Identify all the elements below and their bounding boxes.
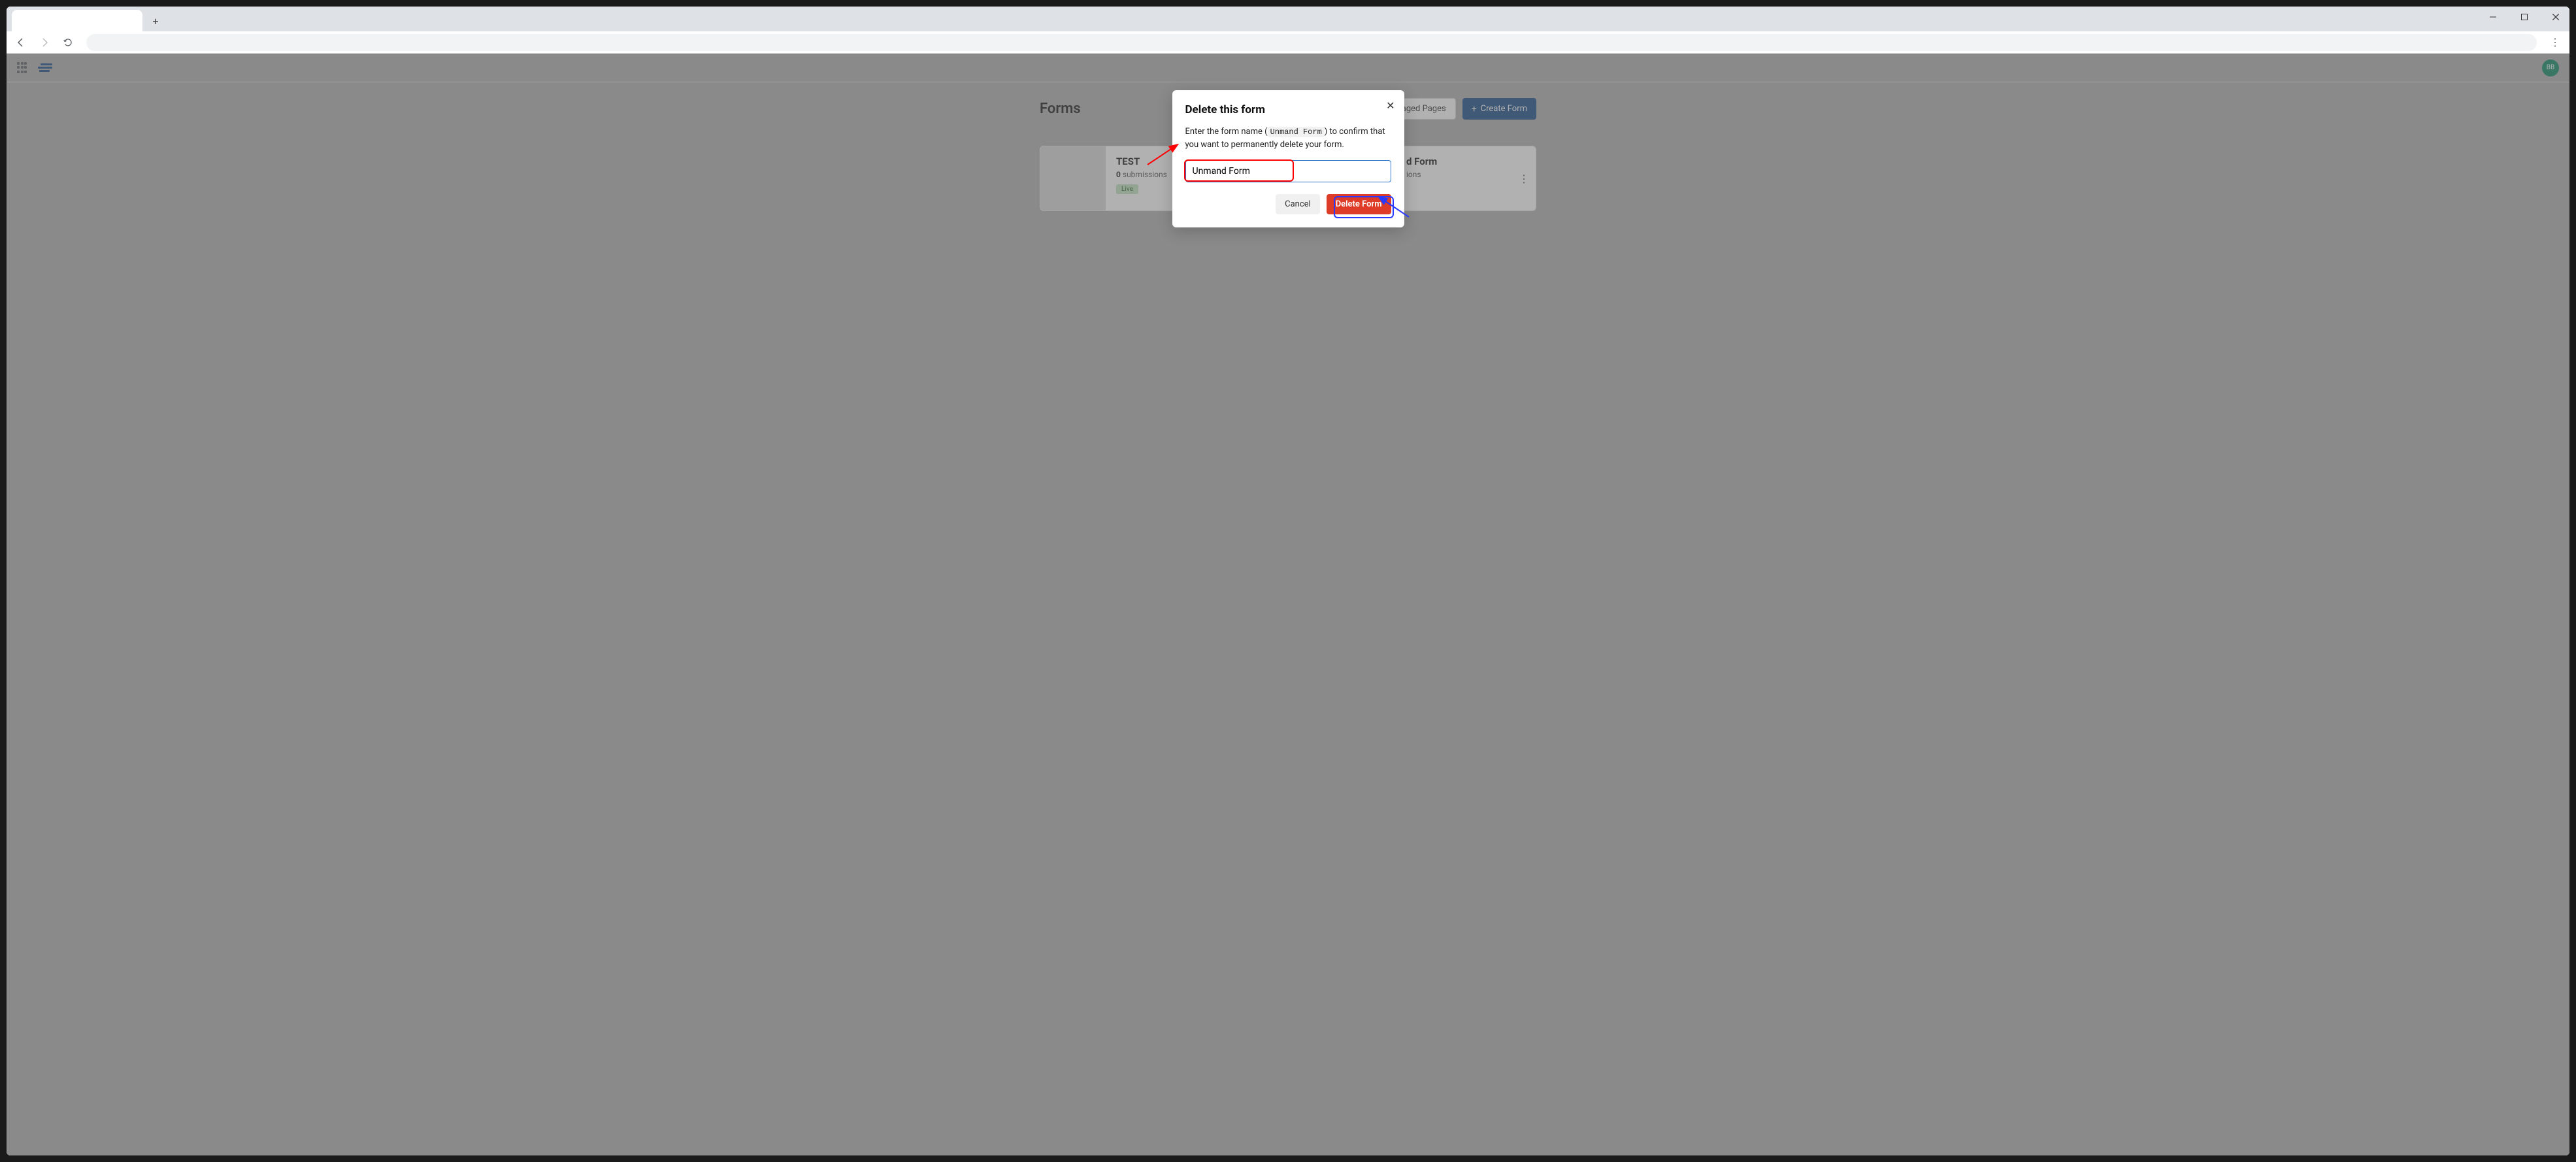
address-bar[interactable] — [86, 34, 2537, 51]
arrow-right-icon — [39, 37, 50, 48]
browser-toolbar: ⋮ — [7, 31, 2569, 54]
maximize-icon — [2521, 14, 2528, 20]
modal-actions: Cancel Delete Form — [1185, 194, 1391, 214]
modal-title: Delete this form — [1185, 103, 1391, 116]
back-button[interactable] — [12, 33, 30, 52]
browser-tab[interactable] — [12, 10, 142, 31]
browser-window: + — [7, 7, 2569, 1155]
delete-form-confirm-button[interactable]: Delete Form — [1327, 194, 1391, 214]
minimize-icon — [2490, 14, 2496, 20]
maximize-button[interactable] — [2515, 9, 2534, 25]
forward-button[interactable] — [35, 33, 54, 52]
close-icon: ✕ — [1386, 99, 1395, 112]
device-frame: + — [0, 0, 2576, 1162]
close-icon — [2552, 14, 2559, 20]
close-button[interactable] — [2546, 9, 2566, 25]
modal-overlay[interactable]: ✕ Delete this form Enter the form name (… — [7, 54, 2569, 1155]
cancel-button[interactable]: Cancel — [1276, 194, 1320, 214]
plus-icon: + — [152, 15, 158, 27]
window-controls — [2483, 9, 2566, 25]
modal-description: Enter the form name (Unmand Form) to con… — [1185, 125, 1391, 151]
tab-strip: + — [7, 7, 2569, 31]
browser-menu-button[interactable]: ⋮ — [2546, 33, 2564, 52]
vertical-dots-icon: ⋮ — [2550, 36, 2560, 48]
app-area: BB Forms Managed Pages + Create Form — [7, 54, 2569, 1155]
new-tab-button[interactable]: + — [146, 12, 165, 30]
reload-button[interactable] — [59, 33, 77, 52]
modal-close-button[interactable]: ✕ — [1386, 99, 1395, 112]
reload-icon — [63, 37, 73, 48]
minimize-button[interactable] — [2483, 9, 2503, 25]
delete-form-modal: ✕ Delete this form Enter the form name (… — [1172, 90, 1404, 227]
confirm-name-input[interactable] — [1185, 160, 1391, 182]
modal-form-name-code: Unmand Form — [1268, 127, 1325, 137]
arrow-left-icon — [16, 37, 26, 48]
modal-text-prefix: Enter the form name ( — [1185, 127, 1268, 137]
